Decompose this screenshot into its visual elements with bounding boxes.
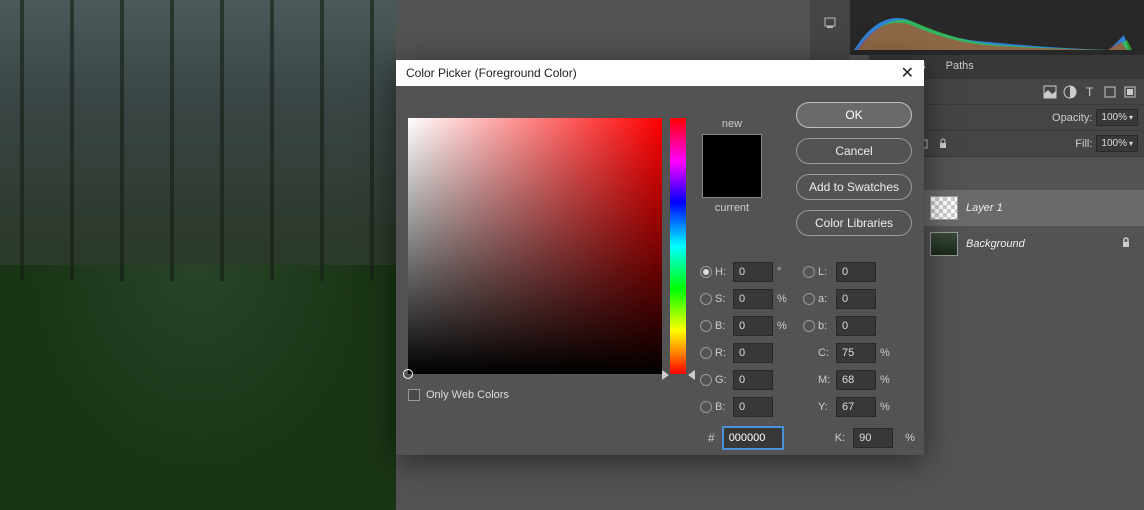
h-unit: ° bbox=[777, 266, 789, 278]
h-radio[interactable] bbox=[700, 266, 712, 278]
g-input[interactable] bbox=[733, 370, 773, 390]
lock-icon[interactable] bbox=[1120, 237, 1132, 252]
b-lab-input[interactable] bbox=[836, 316, 876, 336]
k-unit: % bbox=[905, 432, 917, 444]
m-input[interactable] bbox=[836, 370, 876, 390]
saturation-brightness-field[interactable] bbox=[408, 118, 662, 374]
dialog-titlebar[interactable]: Color Picker (Foreground Color) ✕ bbox=[396, 60, 924, 86]
only-web-colors-label: Only Web Colors bbox=[426, 389, 509, 401]
user-icon[interactable] bbox=[822, 15, 838, 31]
c-unit: % bbox=[880, 347, 892, 359]
svg-text:T: T bbox=[1086, 85, 1094, 99]
filter-type-icon[interactable]: T bbox=[1082, 84, 1098, 100]
y-input[interactable] bbox=[836, 397, 876, 417]
s-input[interactable] bbox=[733, 289, 773, 309]
opacity-value[interactable]: 100% bbox=[1096, 109, 1138, 126]
bb-radio[interactable] bbox=[700, 401, 712, 413]
dialog-title-text: Color Picker (Foreground Color) bbox=[406, 66, 577, 80]
tab-paths[interactable]: Paths bbox=[936, 55, 984, 79]
fill-label: Fill: bbox=[1075, 138, 1092, 150]
hue-slider[interactable] bbox=[670, 118, 686, 374]
k-input[interactable] bbox=[853, 428, 893, 448]
cancel-button[interactable]: Cancel bbox=[796, 138, 912, 164]
h-label: H: bbox=[715, 266, 733, 278]
layers-list: Layer 1 Background bbox=[924, 190, 1144, 262]
color-swatch[interactable] bbox=[702, 134, 762, 198]
m-unit: % bbox=[880, 374, 892, 386]
filter-shape-icon[interactable] bbox=[1102, 84, 1118, 100]
s-radio[interactable] bbox=[700, 293, 712, 305]
s-unit: % bbox=[777, 293, 789, 305]
hue-marker-left-icon[interactable] bbox=[662, 370, 669, 380]
a-input[interactable] bbox=[836, 289, 876, 309]
r-radio[interactable] bbox=[700, 347, 712, 359]
filter-smart-icon[interactable] bbox=[1122, 84, 1138, 100]
c-label: C: bbox=[818, 347, 836, 359]
hex-input[interactable] bbox=[723, 427, 783, 449]
ok-button[interactable]: OK bbox=[796, 102, 912, 128]
r-input[interactable] bbox=[733, 343, 773, 363]
color-picker-dialog: Color Picker (Foreground Color) ✕ new cu… bbox=[396, 60, 924, 455]
bv-radio[interactable] bbox=[700, 320, 712, 332]
y-unit: % bbox=[880, 401, 892, 413]
lock-all-icon[interactable] bbox=[935, 136, 951, 152]
layer-thumb[interactable] bbox=[930, 196, 958, 220]
l-input[interactable] bbox=[836, 262, 876, 282]
bb-label: B: bbox=[715, 401, 733, 413]
hex-hash-label: # bbox=[708, 431, 715, 445]
bv-unit: % bbox=[777, 320, 789, 332]
c-input[interactable] bbox=[836, 343, 876, 363]
a-radio[interactable] bbox=[803, 293, 815, 305]
sb-cursor-icon[interactable] bbox=[403, 369, 413, 379]
canvas-image[interactable] bbox=[0, 0, 396, 510]
add-swatches-button[interactable]: Add to Swatches bbox=[796, 174, 912, 200]
layer-thumb[interactable] bbox=[930, 232, 958, 256]
l-label: L: bbox=[818, 266, 836, 278]
mini-tool-column bbox=[810, 0, 850, 60]
canvas-background-top bbox=[396, 0, 810, 60]
y-label: Y: bbox=[818, 401, 836, 413]
a-label: a: bbox=[818, 293, 836, 305]
m-label: M: bbox=[818, 374, 836, 386]
s-label: S: bbox=[715, 293, 733, 305]
current-color-label: current bbox=[702, 202, 762, 214]
only-web-colors-checkbox[interactable] bbox=[408, 389, 420, 401]
new-color-label: new bbox=[702, 118, 762, 130]
filter-img-icon[interactable] bbox=[1042, 84, 1058, 100]
canvas-background-bottom bbox=[396, 455, 810, 510]
l-radio[interactable] bbox=[803, 266, 815, 278]
filter-adjust-icon[interactable] bbox=[1062, 84, 1078, 100]
layer-name[interactable]: Background bbox=[966, 238, 1025, 250]
bv-label: B: bbox=[715, 320, 733, 332]
layer-row[interactable]: Background bbox=[924, 226, 1144, 262]
histogram-curve bbox=[849, 0, 1144, 55]
g-radio[interactable] bbox=[700, 374, 712, 386]
h-input[interactable] bbox=[733, 262, 773, 282]
b-lab-radio[interactable] bbox=[803, 320, 815, 332]
bb-input[interactable] bbox=[733, 397, 773, 417]
r-label: R: bbox=[715, 347, 733, 359]
close-icon[interactable]: ✕ bbox=[901, 63, 914, 83]
k-label: K: bbox=[835, 432, 845, 444]
hue-marker-right-icon[interactable] bbox=[688, 370, 695, 380]
color-libraries-button[interactable]: Color Libraries bbox=[796, 210, 912, 236]
histogram-panel bbox=[849, 0, 1144, 55]
fill-value[interactable]: 100% bbox=[1096, 135, 1138, 152]
opacity-label: Opacity: bbox=[1052, 112, 1092, 124]
layer-row[interactable]: Layer 1 bbox=[924, 190, 1144, 226]
bv-input[interactable] bbox=[733, 316, 773, 336]
layer-name[interactable]: Layer 1 bbox=[966, 202, 1003, 214]
g-label: G: bbox=[715, 374, 733, 386]
b-lab-label: b: bbox=[818, 320, 836, 332]
